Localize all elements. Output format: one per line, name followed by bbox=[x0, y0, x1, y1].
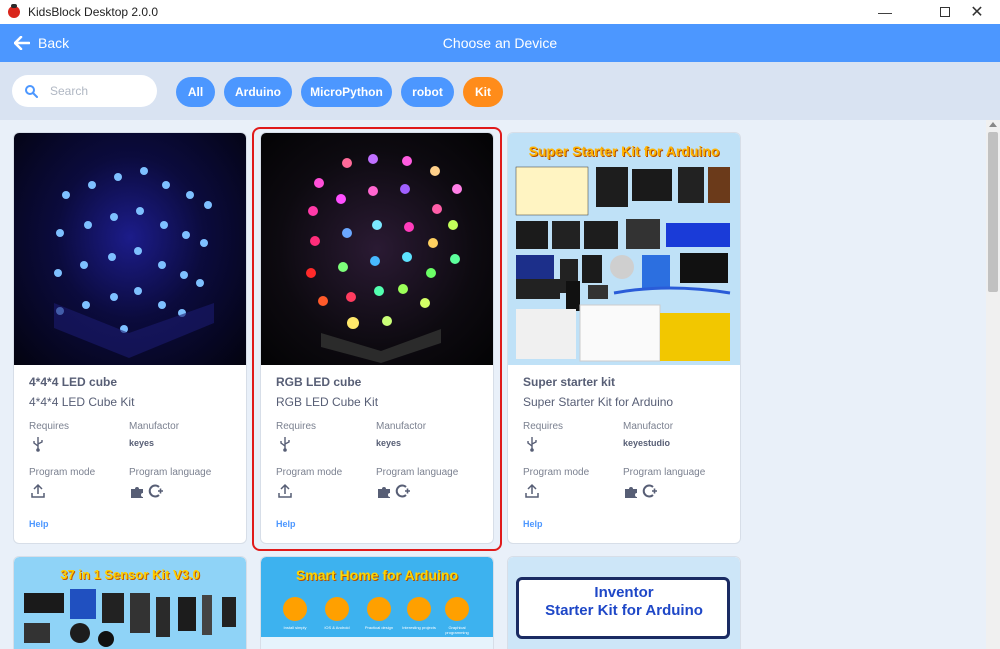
cplusplus-icon bbox=[642, 484, 657, 498]
manufacturer-label: Manufactor bbox=[129, 421, 180, 432]
arrow-left-icon bbox=[14, 36, 30, 50]
filter-micropython-button[interactable]: MicroPython bbox=[301, 77, 392, 107]
device-image: 37 in 1 Sensor Kit V3.0 bbox=[14, 557, 246, 649]
feature-label: Practical design bbox=[364, 625, 394, 630]
starter-kit-image bbox=[515, 166, 731, 362]
device-card-led-cube[interactable]: 4*4*4 LED cube 4*4*4 LED Cube Kit Requir… bbox=[14, 133, 246, 543]
back-label: Back bbox=[38, 35, 70, 51]
feature-icon bbox=[325, 597, 349, 621]
device-description: Super Starter Kit for Arduino bbox=[523, 395, 674, 409]
close-icon[interactable]: ✕ bbox=[954, 0, 1000, 24]
upload-icon bbox=[525, 483, 539, 498]
kit-banner-line2: Starter Kit for Arduino bbox=[545, 602, 703, 619]
kit-banner: Smart Home for Arduino bbox=[295, 567, 459, 583]
device-card-sensor-kit[interactable]: 37 in 1 Sensor Kit V3.0 bbox=[14, 557, 246, 649]
app-logo-icon bbox=[8, 4, 20, 18]
puzzle-icon bbox=[625, 487, 637, 498]
filter-robot-button[interactable]: robot bbox=[401, 77, 454, 107]
feature-label: Interesting projects bbox=[402, 625, 436, 630]
minimize-icon[interactable]: — bbox=[862, 0, 908, 24]
manufacturer-value: keyestudio bbox=[623, 438, 671, 448]
kit-banner-line1: Inventor bbox=[594, 584, 654, 601]
program-language-label: Program language bbox=[623, 467, 706, 478]
feature-label: Graphical programming bbox=[445, 625, 469, 635]
filter-all-button[interactable]: All bbox=[176, 77, 215, 107]
program-mode-label: Program mode bbox=[29, 467, 96, 478]
requires-label: Requires bbox=[523, 421, 564, 432]
device-list: 4*4*4 LED cube 4*4*4 LED Cube Kit Requir… bbox=[0, 120, 986, 649]
window-title: KidsBlock Desktop 2.0.0 bbox=[28, 5, 159, 19]
requires-label: Requires bbox=[29, 421, 70, 432]
program-mode-label: Program mode bbox=[523, 467, 590, 478]
feature-icon bbox=[367, 597, 391, 621]
page-header: Choose an Device Back bbox=[0, 24, 1000, 62]
feature-icon bbox=[445, 597, 469, 621]
device-card-inventor-kit[interactable]: Inventor Starter Kit for Arduino bbox=[508, 557, 740, 649]
page-title: Choose an Device bbox=[442, 35, 558, 51]
manufacturer-value: keyes bbox=[129, 438, 155, 448]
vertical-scrollbar[interactable] bbox=[986, 120, 1000, 649]
program-language-label: Program language bbox=[129, 467, 212, 478]
help-link[interactable]: Help bbox=[523, 519, 543, 529]
filter-bar: All Arduino MicroPython robot Kit bbox=[0, 62, 1000, 120]
window-titlebar: KidsBlock Desktop 2.0.0 — ✕ bbox=[0, 0, 1000, 24]
manufacturer-label: Manufactor bbox=[623, 421, 674, 432]
device-image: Inventor Starter Kit for Arduino bbox=[508, 557, 740, 649]
scrollbar-thumb[interactable] bbox=[988, 132, 998, 292]
search-box[interactable] bbox=[12, 75, 157, 107]
filter-arduino-button[interactable]: Arduino bbox=[224, 77, 292, 107]
device-description: 4*4*4 LED Cube Kit bbox=[29, 395, 135, 409]
usb-icon bbox=[527, 437, 537, 452]
selected-card-highlight bbox=[252, 127, 502, 551]
led-cube-image bbox=[54, 167, 214, 358]
device-image: Super Starter Kit for Arduino bbox=[508, 133, 740, 365]
upload-icon bbox=[31, 483, 45, 498]
scroll-up-icon[interactable] bbox=[989, 122, 997, 127]
search-icon bbox=[25, 84, 38, 98]
filter-kit-button[interactable]: Kit bbox=[463, 77, 503, 107]
sensor-kit-image bbox=[24, 589, 236, 647]
device-card-super-starter-kit[interactable]: Super Starter Kit for Arduino Super star… bbox=[508, 133, 740, 543]
search-input[interactable] bbox=[50, 84, 140, 98]
back-button[interactable]: Back bbox=[14, 24, 69, 62]
feature-label: Install simply bbox=[283, 625, 307, 630]
device-card-smart-home[interactable]: Smart Home for Arduino Install simply iO… bbox=[261, 557, 493, 649]
device-image: Smart Home for Arduino Install simply iO… bbox=[261, 557, 493, 649]
device-name: 4*4*4 LED cube bbox=[29, 375, 118, 389]
puzzle-icon bbox=[131, 487, 143, 498]
device-image bbox=[14, 133, 246, 365]
help-link[interactable]: Help bbox=[29, 519, 49, 529]
usb-icon bbox=[33, 437, 43, 452]
feature-icon bbox=[283, 597, 307, 621]
device-name: Super starter kit bbox=[523, 375, 616, 389]
cplusplus-icon bbox=[148, 484, 163, 498]
feature-label: iOS & Android bbox=[324, 625, 350, 630]
feature-icon bbox=[407, 597, 431, 621]
